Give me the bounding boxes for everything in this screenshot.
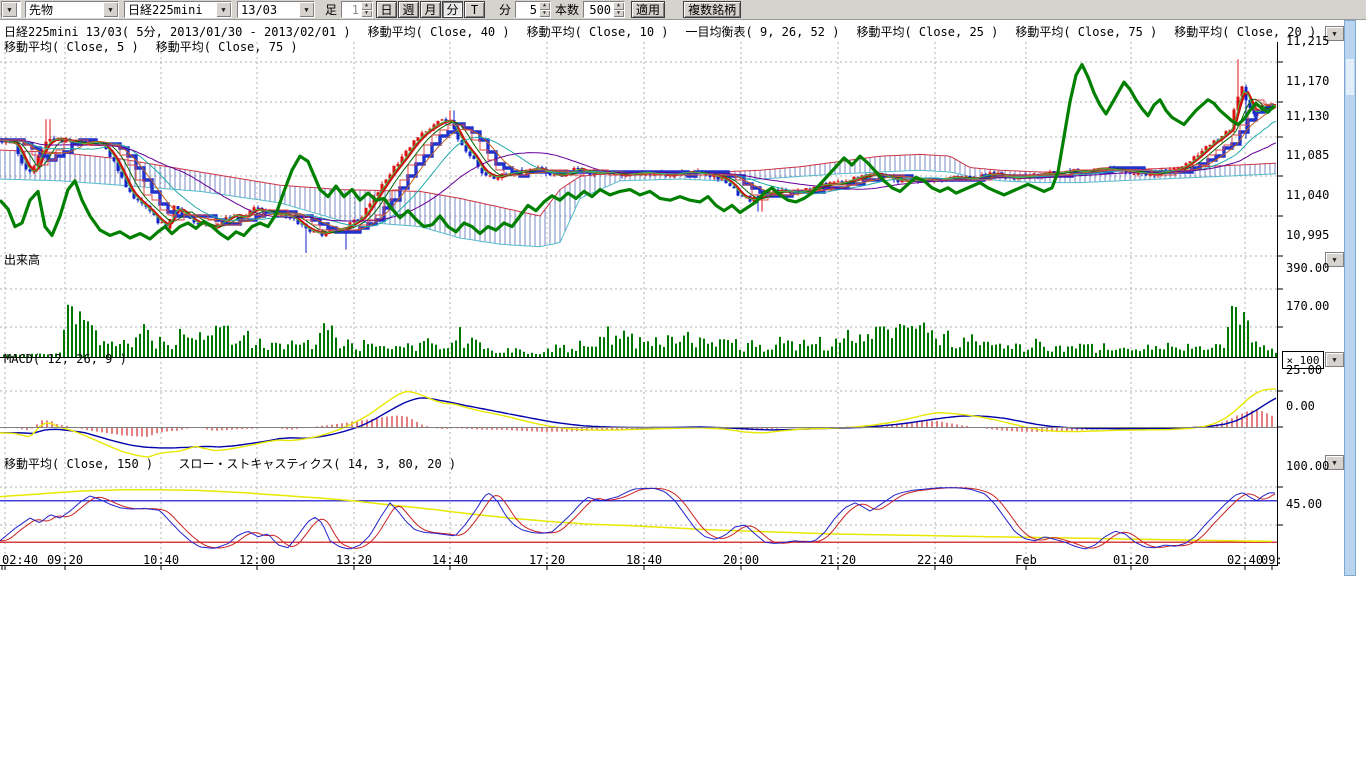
time-axis-label: 18:40 — [626, 553, 662, 567]
contract-month-combo[interactable]: 13/03 ▼ — [237, 1, 315, 18]
legend-item: 移動平均( Close, 25 ) — [856, 25, 998, 39]
price-axis-label: 11,085 — [1286, 148, 1329, 162]
time-axis-label: 14:40 — [432, 553, 468, 567]
time-axis-label: 12:00 — [239, 553, 275, 567]
legend-item: 日経225mini 13/03( 5分, 2013/01/30 - 2013/0… — [4, 25, 351, 39]
volume-axis-label: 390.00 — [1286, 261, 1329, 275]
period-button-月[interactable]: 月 — [420, 1, 441, 18]
stochastics-legend: スロー・ストキャスティクス( 14, 3, 80, 20 ) — [178, 457, 456, 471]
legend-item: 移動平均( Close, 10 ) — [527, 25, 669, 39]
chart-area: 日経225mini 13/03( 5分, 2013/01/30 - 2013/0… — [0, 20, 1366, 580]
time-axis-label: 22:40 — [917, 553, 953, 567]
macd-panel-menu-button[interactable]: ▼ — [1325, 352, 1344, 367]
macd-panel-title: MACD( 12, 26, 9 ) — [4, 352, 127, 366]
legend-item: 移動平均( Close, 75 ) — [156, 40, 298, 54]
time-axis-label: 09:20 — [47, 553, 83, 567]
period-button-T[interactable]: T — [464, 1, 485, 18]
bar-count-spinner[interactable]: 500 ▲▼ — [583, 1, 625, 18]
legend-item: 移動平均( Close, 5 ) — [4, 40, 139, 54]
time-axis-label: 02:40 — [2, 553, 38, 567]
minutes-label: 分 — [499, 1, 511, 18]
volume-axis-label: 170.00 — [1286, 299, 1329, 313]
toolbar: ▼ 先物 ▼ 日経225mini ▼ 13/03 ▼ 足 1 ▲▼ 日週月分T … — [0, 0, 1366, 20]
time-axis-label: 17:20 — [529, 553, 565, 567]
price-axis-label: 11,040 — [1286, 188, 1329, 202]
chart-canvas — [0, 20, 1366, 580]
volume-panel-title: 出来高 — [4, 251, 40, 268]
price-axis-label: 11,130 — [1286, 109, 1329, 123]
spinner-arrows-icon[interactable]: ▲▼ — [539, 2, 550, 17]
apply-button[interactable]: 適用 — [631, 1, 665, 18]
chevron-down-icon: ▼ — [103, 2, 118, 17]
chevron-down-icon: ▼ — [216, 2, 231, 17]
price-axis-label: 11,215 — [1286, 34, 1329, 48]
time-axis-label: 13:20 — [336, 553, 372, 567]
period-button-日[interactable]: 日 — [376, 1, 397, 18]
price-axis-label: 11,170 — [1286, 74, 1329, 88]
bar-type-label: 足 — [325, 1, 337, 18]
time-axis-label: 20:00 — [723, 553, 759, 567]
macd-axis-label: 25.00 — [1286, 363, 1322, 377]
symbol-combo[interactable]: 日経225mini ▼ — [124, 1, 232, 18]
chevron-down-icon: ▼ — [1332, 459, 1336, 467]
time-axis-label: 02:40 — [1227, 553, 1263, 567]
spinner-arrows-icon[interactable]: ▲▼ — [613, 2, 624, 17]
stoch-axis-label: 45.00 — [1286, 497, 1322, 511]
time-axis-label: 10:40 — [143, 553, 179, 567]
market-combo[interactable]: 先物 ▼ — [25, 1, 119, 18]
price-axis-label: 10,995 — [1286, 228, 1329, 242]
legend-item: 移動平均( Close, 75 ) — [1015, 25, 1157, 39]
period-button-分[interactable]: 分 — [442, 1, 463, 18]
macd-axis-label: 0.00 — [1286, 399, 1315, 413]
bar-interval-spinner[interactable]: 1 ▲▼ — [341, 1, 373, 18]
history-combo[interactable]: ▼ — [1, 1, 21, 18]
ma150-legend: 移動平均( Close, 150 ) — [4, 457, 153, 471]
chevron-down-icon: ▼ — [2, 2, 17, 17]
minutes-spinner[interactable]: 5 ▲▼ — [515, 1, 551, 18]
chevron-down-icon: ▼ — [1332, 356, 1336, 364]
vertical-scrollbar[interactable] — [1344, 20, 1356, 576]
period-button-週[interactable]: 週 — [398, 1, 419, 18]
indicator-legend-line2: 移動平均( Close, 5 ) 移動平均( Close, 75 ) — [4, 38, 315, 55]
legend-item: 一目均衡表( 9, 26, 52 ) — [686, 25, 840, 39]
multi-symbol-button[interactable]: 複数銘柄 — [683, 1, 741, 18]
chevron-down-icon: ▼ — [299, 2, 314, 17]
spinner-arrows-icon[interactable]: ▲▼ — [361, 2, 372, 17]
legend-item: 移動平均( Close, 40 ) — [368, 25, 510, 39]
chevron-down-icon: ▼ — [1332, 256, 1336, 264]
time-axis-label: 09: — [1261, 553, 1283, 567]
bar-count-label: 本数 — [555, 1, 579, 18]
period-button-group: 日週月分T — [376, 1, 486, 18]
time-axis-label: Feb — [1015, 553, 1037, 567]
stoch-panel-title: 移動平均( Close, 150 ) スロー・ストキャスティクス( 14, 3,… — [4, 455, 456, 472]
stoch-axis-label: 100.00 — [1286, 459, 1329, 473]
scrollbar-thumb[interactable] — [1346, 59, 1354, 95]
time-axis-label: 01:20 — [1113, 553, 1149, 567]
time-axis-label: 21:20 — [820, 553, 856, 567]
chevron-down-icon: ▼ — [1332, 30, 1336, 38]
chart-application-window: ▼ 先物 ▼ 日経225mini ▼ 13/03 ▼ 足 1 ▲▼ 日週月分T … — [0, 0, 1366, 768]
